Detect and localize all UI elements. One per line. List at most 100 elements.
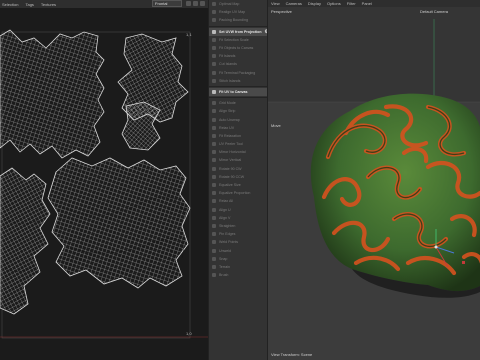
tool-item[interactable]: Equalize Proportion <box>209 189 267 197</box>
tool-item[interactable]: Stitch Islands <box>209 77 267 85</box>
uv-menu-tags[interactable]: Tags <box>25 2 33 7</box>
tool-item[interactable]: Realign UV Map <box>209 8 267 16</box>
tool-icon <box>212 78 216 83</box>
tool-icon <box>212 37 216 42</box>
viewport-camera-name[interactable]: Default Camera <box>420 9 448 14</box>
tool-label: Fit Islands <box>219 54 236 59</box>
tool-item[interactable]: Relax UV <box>209 124 267 132</box>
tool-item[interactable]: Align V <box>209 214 267 222</box>
3d-viewport[interactable]: View Cameras Display Options Filter Pane… <box>268 0 480 360</box>
tool-item[interactable]: Unweld <box>209 246 267 254</box>
tool-item[interactable]: Weld Points <box>209 238 267 246</box>
tool-label: Align Strip <box>219 109 236 114</box>
uv-menu-textures[interactable]: Textures <box>41 2 56 7</box>
tool-icon <box>212 248 216 253</box>
tool-label: Relax All <box>219 199 233 204</box>
viewport-view-name: Perspective <box>271 9 292 14</box>
uv-options-icon[interactable] <box>193 1 198 6</box>
uv-menu-selection[interactable]: Selection <box>2 2 18 7</box>
tool-icon <box>212 191 216 196</box>
viewport-menu-display[interactable]: Display <box>308 1 321 6</box>
tool-label: Rotate 90 CW <box>219 166 242 171</box>
uv-island-mid-small <box>121 101 161 151</box>
uv-canvas[interactable] <box>0 8 208 360</box>
tool-item[interactable]: Mirror Vertical <box>209 156 267 164</box>
tool-item[interactable]: Grid Mode <box>209 99 267 107</box>
tool-item[interactable]: Rotate 90 CW <box>209 165 267 173</box>
tool-item[interactable]: Fit UV to Canvas <box>209 87 267 97</box>
viewport-menu-panel[interactable]: Panel <box>362 1 372 6</box>
gear-icon[interactable]: ⚙ <box>265 29 267 35</box>
tool-label: Weld Points <box>219 240 239 245</box>
tool-icon <box>212 223 216 228</box>
viewport-move-label: Move <box>271 123 281 128</box>
tool-icon <box>212 101 216 106</box>
tool-item[interactable]: Straighten <box>209 222 267 230</box>
uv-corner-label-bottom: 1,0 <box>186 331 192 336</box>
tool-label: Stitch Islands <box>219 78 241 83</box>
viewport-menu-options[interactable]: Options <box>327 1 341 6</box>
tool-icon <box>212 10 216 15</box>
tool-icon <box>212 240 216 245</box>
tool-label: Align V <box>219 215 231 220</box>
tool-icon <box>212 117 216 122</box>
tool-label: Cut Islands <box>219 62 237 67</box>
tool-item[interactable]: Brush <box>209 271 267 279</box>
tool-item[interactable]: Packing Bounding <box>209 16 267 24</box>
tool-label: Straighten <box>219 223 236 228</box>
tool-item[interactable]: Align U <box>209 206 267 214</box>
tool-label: Fit Terminal Packaging <box>219 70 256 75</box>
viewport-menu-cameras[interactable]: Cameras <box>286 1 302 6</box>
tool-item[interactable]: Auto Unwrap <box>209 115 267 123</box>
tool-separator <box>209 25 267 27</box>
tool-label: Align U <box>219 207 231 212</box>
tool-icon <box>212 199 216 204</box>
tool-item[interactable]: Optimal Map <box>209 0 267 8</box>
tool-label: Grid Mode <box>219 101 236 106</box>
tool-icon <box>212 142 216 147</box>
tool-icon <box>212 232 216 237</box>
tool-item[interactable]: Rotate 90 CCW <box>209 173 267 181</box>
tool-label: Terrain <box>219 264 230 269</box>
viewport-menu-filter[interactable]: Filter <box>347 1 356 6</box>
tool-item[interactable]: Relax All <box>209 197 267 205</box>
tool-item[interactable]: Equalize Size <box>209 181 267 189</box>
tool-item[interactable]: Pin Edges <box>209 230 267 238</box>
tool-item[interactable]: UV Peeler Tool <box>209 140 267 148</box>
tool-label: Relax UV <box>219 125 235 130</box>
tool-icon <box>212 133 216 138</box>
tool-item[interactable]: Fit Objects to Canvas <box>209 44 267 52</box>
tool-item[interactable]: Fit Relaxation <box>209 132 267 140</box>
tool-item[interactable]: Fit Selection Scale <box>209 36 267 44</box>
tool-separator <box>209 85 267 87</box>
tool-icon <box>212 125 216 130</box>
tool-icon <box>212 2 216 7</box>
uv-island-bottom-left <box>0 167 51 315</box>
tool-label: Fit Relaxation <box>219 133 241 138</box>
tool-icon <box>212 29 216 34</box>
tool-icon <box>212 174 216 179</box>
tool-label: Mirror Horizontal <box>219 150 246 155</box>
tool-icon <box>212 70 216 75</box>
tool-item[interactable]: Align Strip <box>209 107 267 115</box>
tool-label: Snap <box>219 256 228 261</box>
uv-editor[interactable]: Selection Tags Textures Frontal 1,1 1,0 <box>0 0 208 360</box>
tool-label: Set UVW from Projection <box>219 29 262 34</box>
tool-label: Equalize Proportion <box>219 191 251 196</box>
tool-item[interactable]: Mirror Horizontal <box>209 148 267 156</box>
projection-dropdown[interactable]: Frontal <box>152 0 182 7</box>
uv-frame-icon[interactable] <box>200 1 205 6</box>
tool-item[interactable]: Snap <box>209 255 267 263</box>
tool-item[interactable]: Fit Terminal Packaging <box>209 69 267 77</box>
viewport-menu-view[interactable]: View <box>271 1 280 6</box>
tool-item[interactable]: Cut Islands <box>209 60 267 68</box>
tool-icon <box>212 256 216 261</box>
tool-item[interactable]: Terrain <box>209 263 267 271</box>
tool-icon <box>212 183 216 188</box>
tool-item[interactable]: Fit Islands <box>209 52 267 60</box>
viewport-scene[interactable] <box>268 7 480 360</box>
tool-icon <box>212 18 216 23</box>
tool-item[interactable]: Set UVW from Projection ⚙ <box>209 27 267 36</box>
tool-icon <box>212 62 216 67</box>
uv-mode-icon[interactable] <box>186 1 191 6</box>
